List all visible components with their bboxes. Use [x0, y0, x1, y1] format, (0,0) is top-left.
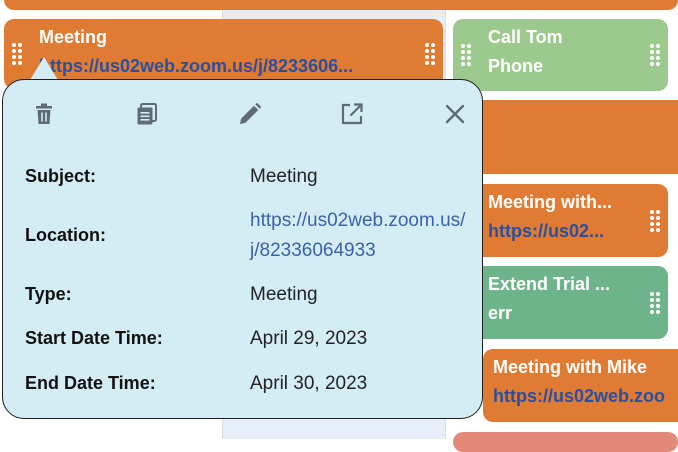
event-subtitle: https://us02... — [488, 221, 605, 241]
edit-button[interactable] — [236, 100, 264, 128]
event-partial-top[interactable] — [4, 0, 678, 10]
event-partial-bottom[interactable] — [453, 432, 678, 452]
drag-handle-icon[interactable] — [650, 44, 660, 66]
event-title: Call Tom — [488, 27, 563, 47]
event-extend-trial[interactable]: Extend Trial ... err — [453, 266, 668, 339]
event-title: Meeting — [39, 27, 108, 47]
event-subtitle: Phone — [488, 56, 544, 76]
delete-button[interactable] — [30, 100, 58, 128]
event-title: Extend Trial ... — [488, 274, 611, 294]
event-meeting-with-mike[interactable]: Meeting with Mike https://us02web.zoo — [483, 349, 678, 422]
start-date-value: April 29, 2023 — [250, 328, 368, 349]
copy-button[interactable] — [133, 100, 161, 128]
open-button[interactable] — [338, 100, 366, 128]
location-line[interactable]: j/82336064933 — [250, 236, 465, 266]
close-button[interactable] — [441, 100, 469, 128]
location-line[interactable]: https://us02web.zoom.us/ — [250, 206, 465, 236]
external-link-icon — [341, 103, 363, 125]
drag-handle-icon[interactable] — [425, 43, 435, 65]
pencil-icon — [240, 103, 261, 124]
type-value: Meeting — [250, 284, 318, 305]
event-block[interactable] — [453, 100, 678, 174]
type-label: Type: — [25, 284, 72, 304]
drag-handle-icon[interactable] — [12, 43, 22, 65]
end-date-label: End Date Time: — [25, 373, 156, 393]
copy-icon — [137, 103, 157, 125]
drag-handle-icon[interactable] — [650, 291, 660, 314]
event-call-tom[interactable]: Call Tom Phone — [453, 19, 668, 91]
location-link[interactable]: https://us02web.zoom.us/ j/82336064933 — [250, 206, 465, 266]
popup-pointer — [30, 57, 58, 80]
end-date-value: April 30, 2023 — [250, 373, 368, 394]
event-subtitle: https://us02web.zoom.us/j/8233606... — [39, 56, 354, 76]
subject-value: Meeting — [250, 166, 318, 187]
drag-handle-icon[interactable] — [650, 209, 660, 232]
location-label: Location: — [25, 225, 106, 245]
start-date-label: Start Date Time: — [25, 328, 163, 348]
close-icon — [445, 104, 465, 124]
event-title: Meeting with Mike — [493, 357, 648, 377]
subject-label: Subject: — [25, 166, 97, 186]
drag-handle-icon[interactable] — [461, 44, 471, 66]
event-details-popup: Subject: Meeting Location: https://us02w… — [2, 79, 483, 419]
event-title: Meeting with... — [488, 192, 612, 212]
trash-icon — [36, 103, 52, 124]
event-subtitle: err — [488, 303, 513, 323]
event-subtitle: https://us02web.zoo — [493, 386, 666, 406]
event-meeting-with[interactable]: Meeting with... https://us02... — [453, 184, 668, 257]
